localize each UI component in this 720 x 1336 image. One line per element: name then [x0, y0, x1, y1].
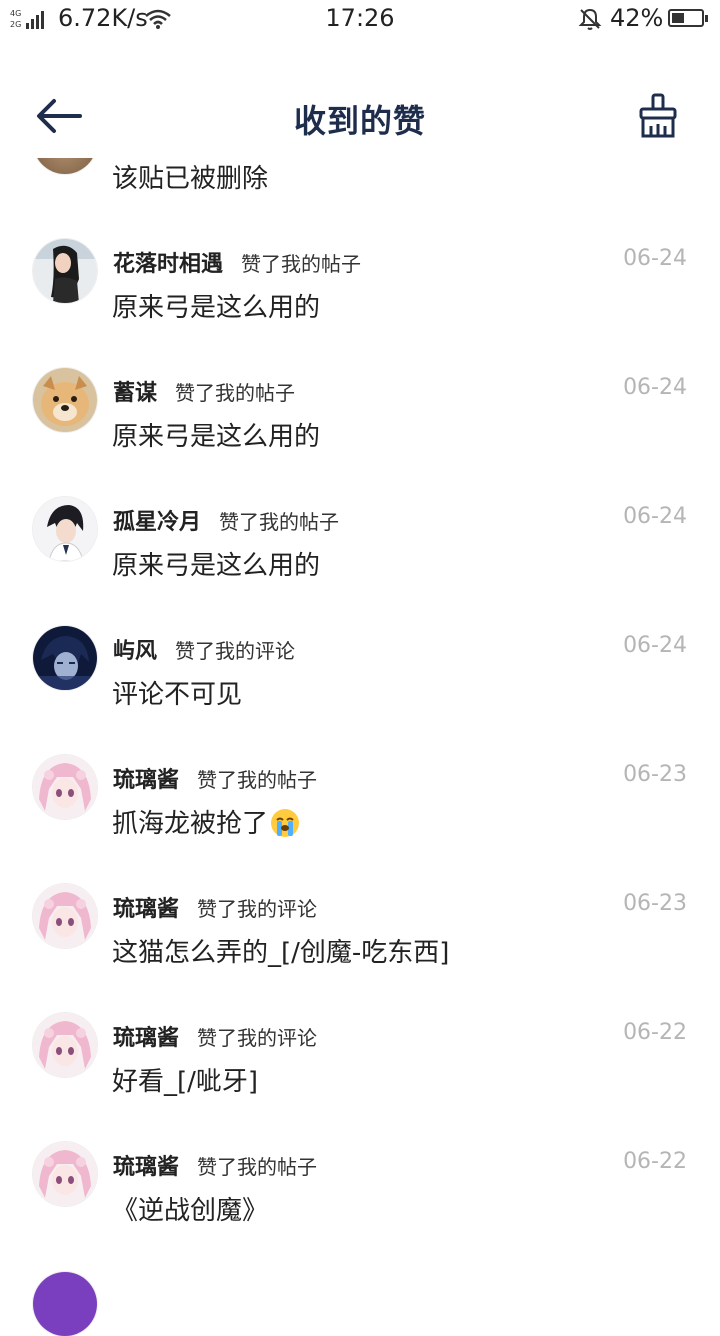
list-item[interactable]: 屿风 赞了我的评论 06-24 评论不可见 [0, 616, 720, 745]
action-text: 赞了我的帖子 [219, 510, 340, 534]
username[interactable]: 蓄谋 赞了我的帖子 [113, 375, 295, 407]
username[interactable]: 花落时相遇 赞了我的帖子 [113, 246, 361, 278]
list-item[interactable]: 琉璃酱 赞了我的帖子 06-23 抓海龙被抢了 [0, 745, 720, 874]
username[interactable]: 屿风 赞了我的评论 [113, 633, 295, 665]
action-text: 赞了我的帖子 [175, 381, 296, 405]
item-content: 评论不可见 [112, 680, 243, 710]
page-title: 收到的赞 [293, 103, 426, 139]
avatar[interactable] [33, 755, 97, 819]
item-content: 抓海龙被抢了 [112, 803, 300, 840]
action-text: 赞了我的评论 [175, 639, 296, 663]
item-date: 06-24 [623, 504, 687, 529]
username[interactable]: 琉璃酱 赞了我的评论 [113, 1020, 317, 1052]
item-content: 原来弓是这么用的 [112, 422, 321, 452]
item-content: 这猫怎么弄的_[/创魔-吃东西] [112, 938, 450, 968]
action-text: 赞了我的帖子 [197, 1155, 318, 1179]
list-item[interactable]: 花落时相遇 赞了我的帖子 06-24 原来弓是这么用的 [0, 229, 720, 358]
list-item[interactable]: 琉璃酱 赞了我的评论 06-22 好看_[/呲牙] [0, 1003, 720, 1132]
battery-percent: 42% [610, 4, 664, 32]
item-content: 原来弓是这么用的 [112, 551, 321, 581]
username[interactable]: 琉璃酱 赞了我的帖子 [113, 762, 317, 794]
list-item[interactable]: 琉璃酱 赞了我的帖子 06-22 《逆战创魔》 [0, 1132, 720, 1261]
action-text: 赞了我的评论 [197, 1026, 318, 1050]
username[interactable]: 琉璃酱 赞了我的帖子 [113, 1149, 317, 1181]
item-date: 06-24 [623, 633, 687, 658]
item-content: 《逆战创魔》 [112, 1196, 269, 1226]
list-item[interactable]: 孤星冷月 赞了我的帖子 06-24 原来弓是这么用的 [0, 487, 720, 616]
mute-bell-icon [578, 8, 602, 30]
item-date: 06-23 [623, 762, 687, 787]
status-bar: 4G 2G 6.72K/s 17:26 42% [0, 0, 720, 40]
page-header: 收到的赞 [0, 78, 720, 158]
item-content: 该贴已被删除 [112, 164, 269, 194]
username[interactable]: 孤星冷月 赞了我的帖子 [113, 504, 339, 536]
avatar[interactable] [33, 626, 97, 690]
avatar[interactable] [33, 239, 97, 303]
avatar[interactable] [33, 1142, 97, 1206]
item-date: 06-23 [623, 891, 687, 916]
battery-icon [668, 9, 708, 27]
avatar[interactable] [33, 1013, 97, 1077]
avatar[interactable] [33, 1272, 97, 1336]
clear-button[interactable] [636, 92, 680, 140]
avatar[interactable] [33, 368, 97, 432]
likes-list: 该贴已被删除 花落时相遇 赞了我的帖子 06-24 原来弓是这么用的 蓄谋 赞了… [0, 0, 720, 1336]
item-date: 06-24 [623, 246, 687, 271]
item-date: 06-22 [623, 1149, 687, 1174]
crying-emoji-icon [271, 809, 300, 837]
item-content: 好看_[/呲牙] [112, 1067, 259, 1097]
list-item[interactable]: 蓄谋 赞了我的帖子 06-24 原来弓是这么用的 [0, 358, 720, 487]
avatar[interactable] [33, 884, 97, 948]
item-content: 原来弓是这么用的 [112, 293, 321, 323]
username[interactable]: 琉璃酱 赞了我的评论 [113, 891, 317, 923]
action-text: 赞了我的评论 [197, 897, 318, 921]
avatar[interactable] [33, 497, 97, 561]
list-item[interactable]: 琉璃酱 赞了我的评论 06-23 这猫怎么弄的_[/创魔-吃东西] [0, 874, 720, 1003]
action-text: 赞了我的帖子 [197, 768, 318, 792]
action-text: 赞了我的帖子 [241, 252, 362, 276]
item-date: 06-22 [623, 1020, 687, 1045]
item-date: 06-24 [623, 375, 687, 400]
broom-icon [639, 93, 677, 138]
